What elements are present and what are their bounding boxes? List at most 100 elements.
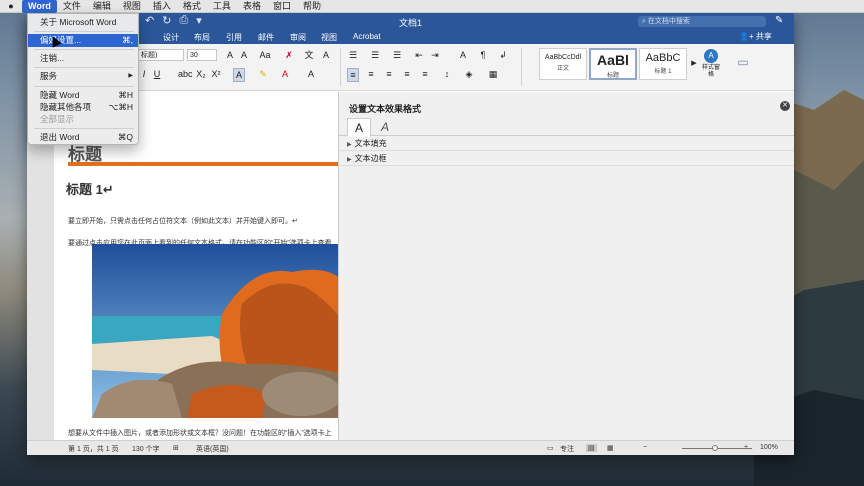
menu-separator: [34, 49, 134, 50]
menu-insert[interactable]: 插入: [147, 0, 177, 13]
menu-item-label: 注销...: [40, 53, 65, 63]
language[interactable]: 英语(英国): [196, 444, 229, 454]
multilevel-list-icon[interactable]: ☰: [391, 49, 403, 61]
dictate-icon[interactable]: ▭: [737, 56, 749, 68]
menu-table[interactable]: 表格: [237, 0, 267, 13]
tab-design[interactable]: 设计: [163, 32, 179, 43]
subscript-icon[interactable]: X₂: [195, 68, 207, 80]
zoom-level[interactable]: 100%: [760, 444, 778, 451]
style-normal[interactable]: AaBbCcDdl 正文: [539, 48, 587, 80]
tab-view[interactable]: 视图: [321, 32, 337, 43]
text-direction-icon[interactable]: ↲: [497, 49, 509, 61]
char-shading-icon[interactable]: A: [305, 68, 317, 80]
menu-item-label: 全部显示: [40, 114, 75, 124]
align-right-icon[interactable]: ≡: [383, 68, 395, 80]
decrease-indent-icon[interactable]: ⇤: [413, 49, 425, 61]
mac-menubar: ● Word 文件 编辑 视图 插入 格式 工具 表格 窗口 帮助: [0, 0, 864, 13]
numbering-icon[interactable]: ☰: [369, 49, 381, 61]
menu-item-label: 隐藏 Word: [40, 90, 80, 100]
show-marks-icon[interactable]: ¶: [477, 49, 489, 61]
format-text-effects-pane: 设置文本效果格式 ✕ A A ▶ 文本填充 ▶ 文本边框: [338, 92, 794, 440]
ribbon-home: 标题) 30 A A Aa ✗ 文 A I U abc X₂ X² A ✎ A …: [27, 44, 794, 91]
section-text-fill[interactable]: ▶ 文本填充: [339, 137, 794, 151]
menu-item-sign-out[interactable]: 注销...: [28, 52, 138, 65]
tab-acrobat[interactable]: Acrobat: [353, 32, 381, 41]
menu-item-label: 关于 Microsoft Word: [40, 17, 117, 27]
apple-icon[interactable]: ●: [0, 1, 22, 11]
style-heading1[interactable]: AaBbC 标题 1: [639, 48, 687, 80]
shrink-font-icon[interactable]: A: [238, 49, 250, 61]
tab-layout[interactable]: 布局: [194, 32, 210, 43]
text-fill-outline-tab[interactable]: A: [347, 118, 371, 137]
enclose-char-icon[interactable]: A: [320, 49, 332, 61]
borders-icon[interactable]: ▦: [487, 68, 499, 80]
web-layout-view-icon[interactable]: ▦: [607, 444, 614, 452]
section-text-outline[interactable]: ▶ 文本边框: [339, 152, 794, 166]
bullets-icon[interactable]: ☰: [347, 49, 359, 61]
change-case-icon[interactable]: Aa: [259, 49, 271, 61]
font-size-combo[interactable]: 30: [187, 49, 217, 61]
increase-indent-icon[interactable]: ⇥: [429, 49, 441, 61]
align-left-icon[interactable]: ≡: [347, 68, 359, 82]
zoom-slider-handle[interactable]: [712, 445, 718, 451]
grow-font-icon[interactable]: A: [224, 49, 236, 61]
menu-word[interactable]: Word: [22, 0, 57, 13]
styles-pane-button[interactable]: A 样式窗格: [701, 49, 721, 79]
clear-formatting-icon[interactable]: ✗: [283, 49, 295, 61]
strikethrough-icon[interactable]: abc: [178, 68, 193, 80]
menu-help[interactable]: 帮助: [297, 0, 327, 13]
style-title[interactable]: AaBl 标题: [589, 48, 637, 80]
title-bar: ↶ ↻ ⎙ ▾ 文档1 ⌕ 在文档中搜索 ✎: [27, 13, 794, 30]
sort-icon[interactable]: A: [457, 49, 469, 61]
menu-tools[interactable]: 工具: [207, 0, 237, 13]
focus-icon[interactable]: ▭: [547, 444, 554, 452]
style-combo-value: 标题): [141, 52, 158, 59]
zoom-out-icon[interactable]: −: [643, 444, 647, 451]
text-effects-icon[interactable]: A: [233, 68, 245, 82]
zoom-in-icon[interactable]: +: [744, 444, 748, 451]
menu-item-preferences[interactable]: 偏好设置... ⌘,: [28, 34, 138, 47]
italic-icon[interactable]: I: [138, 68, 150, 80]
menu-item-about[interactable]: 关于 Microsoft Word: [28, 16, 138, 29]
menu-window[interactable]: 窗口: [267, 0, 297, 13]
menu-item-label: 退出 Word: [40, 132, 80, 142]
justify-icon[interactable]: ≡: [401, 68, 413, 80]
proofing-icon[interactable]: ⊞: [173, 444, 179, 452]
share-button[interactable]: 👤+ 共享: [739, 31, 772, 42]
disclosure-triangle-icon: ▶: [347, 142, 352, 148]
line-spacing-icon[interactable]: ↕: [441, 68, 453, 80]
highlight-icon[interactable]: ✎: [257, 68, 269, 80]
menu-item-label: 服务: [40, 71, 58, 81]
align-center-icon[interactable]: ≡: [365, 68, 377, 80]
search-input[interactable]: ⌕ 在文档中搜索: [638, 16, 766, 27]
tab-references[interactable]: 引用: [226, 32, 242, 43]
shading-icon[interactable]: ◈: [463, 68, 475, 80]
tab-review[interactable]: 审阅: [290, 32, 306, 43]
underline-icon[interactable]: U: [151, 68, 163, 80]
focus-label[interactable]: 专注: [560, 444, 574, 454]
menu-item-services[interactable]: 服务 ▶: [28, 70, 138, 83]
menu-item-quit[interactable]: 退出 Word ⌘Q: [28, 131, 138, 144]
menu-file[interactable]: 文件: [57, 0, 87, 13]
menu-format[interactable]: 格式: [177, 0, 207, 13]
word-count[interactable]: 130 个字: [132, 444, 160, 454]
superscript-icon[interactable]: X²: [210, 68, 222, 80]
phonetic-guide-icon[interactable]: 文: [303, 49, 315, 61]
style-combo[interactable]: 标题): [138, 49, 184, 61]
distribute-icon[interactable]: ≡: [419, 68, 431, 80]
menu-view[interactable]: 视图: [117, 0, 147, 13]
print-layout-view-icon[interactable]: ▤: [586, 444, 597, 452]
menu-edit[interactable]: 编辑: [87, 0, 117, 13]
feedback-icon[interactable]: ✎: [775, 15, 787, 27]
style-title-name: 标题: [606, 73, 619, 79]
page-count[interactable]: 第 1 页，共 1 页: [68, 444, 119, 454]
ribbon-separator: [521, 48, 522, 86]
word-window: ↶ ↻ ⎙ ▾ 文档1 ⌕ 在文档中搜索 ✎ 设计 布局 引用 邮件 审阅 视图…: [27, 13, 794, 455]
close-icon[interactable]: ✕: [780, 101, 790, 111]
styles-more-icon[interactable]: ▶: [688, 58, 700, 70]
text-effects-tab[interactable]: A: [373, 118, 397, 137]
tab-mailings[interactable]: 邮件: [258, 32, 274, 43]
search-placeholder: 在文档中搜索: [647, 18, 690, 25]
document-image[interactable]: [92, 244, 338, 418]
font-color-icon[interactable]: A: [279, 68, 291, 80]
